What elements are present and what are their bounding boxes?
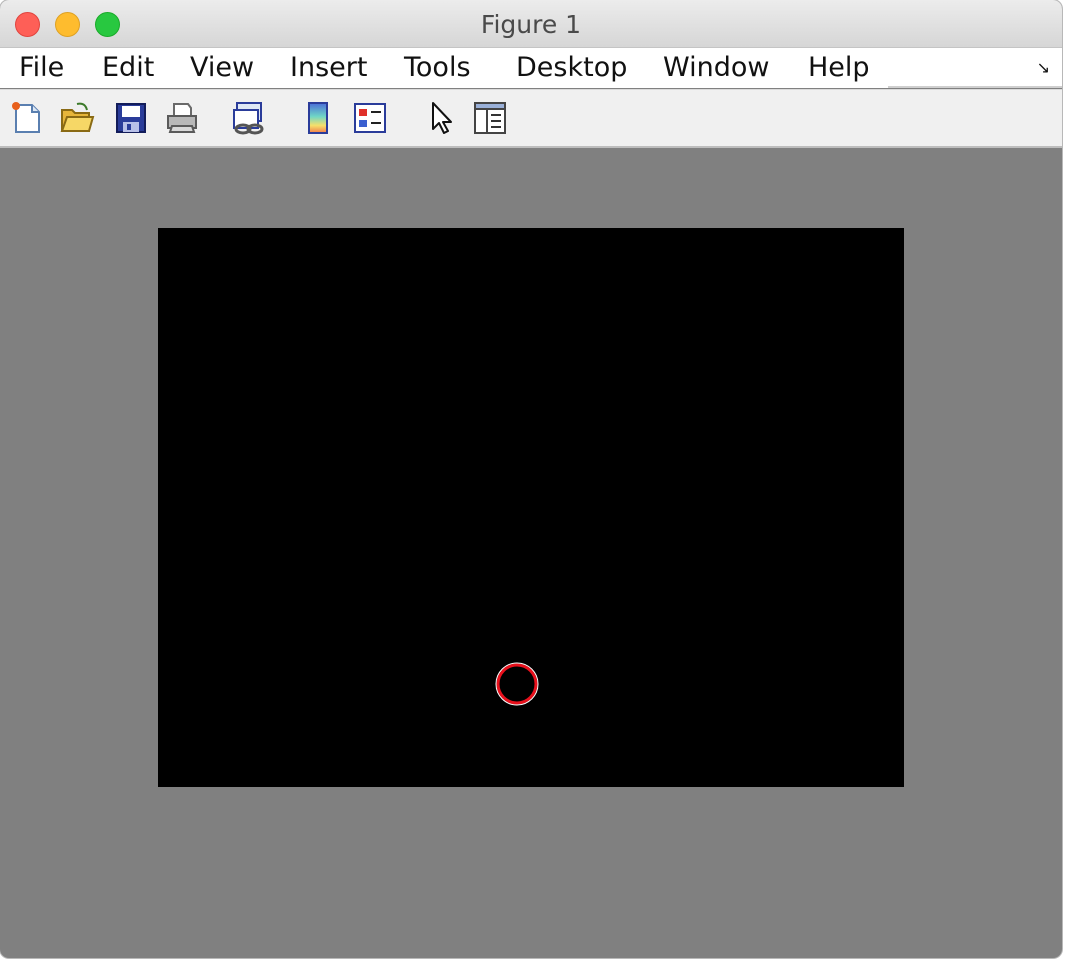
save-button[interactable] <box>113 100 149 136</box>
circle-marker <box>495 662 539 706</box>
menu-bar: File Edit View Insert Tools Desktop Wind… <box>0 48 1062 88</box>
figure-window: Figure 1 File Edit View Insert Tools Des… <box>0 0 1062 958</box>
dock-figure-icon[interactable]: ↘ <box>1037 58 1050 77</box>
property-inspector-icon <box>474 102 506 134</box>
menu-tools[interactable]: Tools <box>404 52 471 83</box>
insert-colorbar-button[interactable] <box>300 100 336 136</box>
menu-view[interactable]: View <box>190 52 254 83</box>
new-figure-icon <box>12 102 40 133</box>
save-icon <box>116 103 146 133</box>
new-figure-button[interactable] <box>8 100 44 136</box>
title-bar[interactable]: Figure 1 <box>0 0 1062 48</box>
menu-file[interactable]: File <box>19 52 64 83</box>
link-plot-button[interactable] <box>231 100 267 136</box>
menu-help[interactable]: Help <box>808 52 870 83</box>
open-file-button[interactable] <box>59 100 95 136</box>
menu-window[interactable]: Window <box>663 52 769 83</box>
link-plot-icon <box>233 102 264 135</box>
window-title: Figure 1 <box>480 10 582 39</box>
print-button[interactable] <box>164 100 200 136</box>
menu-edit[interactable]: Edit <box>102 52 154 83</box>
figure-toolbar <box>0 89 1062 148</box>
colorbar-icon <box>308 102 328 134</box>
menu-divider <box>888 86 1062 88</box>
print-icon <box>167 103 197 133</box>
pointer-icon <box>432 102 452 134</box>
menu-desktop[interactable]: Desktop <box>516 52 627 83</box>
open-file-icon <box>60 102 95 132</box>
legend-icon <box>354 103 386 133</box>
axes-plot-area[interactable] <box>158 228 904 787</box>
insert-legend-button[interactable] <box>352 100 388 136</box>
edit-plot-button[interactable] <box>424 100 460 136</box>
plot-tools-button[interactable] <box>472 100 508 136</box>
menu-insert[interactable]: Insert <box>290 52 367 83</box>
